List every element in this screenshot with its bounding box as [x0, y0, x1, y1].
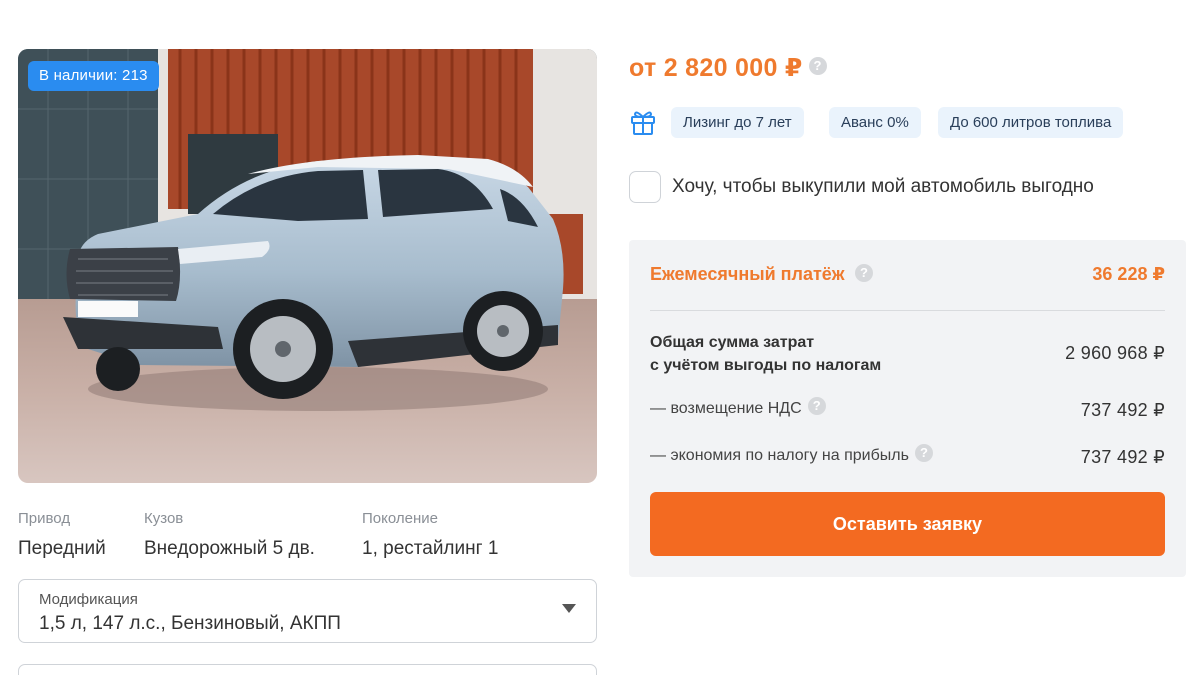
car-photo[interactable] — [18, 49, 597, 483]
monthly-help-icon[interactable]: ? — [855, 263, 874, 282]
help-icon[interactable]: ? — [808, 57, 827, 76]
spec-drive-value: Передний — [18, 538, 106, 559]
chevron-down-icon — [562, 604, 576, 613]
price-value: от 2 820 000 ₽ — [629, 54, 803, 82]
total-row: Общая сумма затрат с учётом выгоды по на… — [650, 331, 1165, 377]
divider — [650, 310, 1165, 311]
chip-fuel[interactable]: До 600 литров топлива — [938, 107, 1124, 138]
vat-help-icon[interactable]: ? — [807, 397, 826, 415]
spec-generation-value: 1, рестайлинг 1 — [362, 538, 499, 559]
modification-value: 1,5 л, 147 л.с., Бензиновый, АКПП — [39, 613, 341, 634]
profit-tax-value: 737 492 ₽ — [1080, 447, 1165, 467]
chip-advance[interactable]: Аванс 0% — [829, 107, 921, 138]
spec-drive: Привод Передний — [18, 509, 106, 561]
buyback-checkbox[interactable] — [629, 171, 661, 203]
submit-request-button[interactable]: Оставить заявку — [650, 492, 1165, 556]
chip-leasing[interactable]: Лизинг до 7 лет — [671, 107, 804, 138]
spec-body: Кузов Внедорожный 5 дв. — [144, 509, 315, 561]
next-select[interactable] — [18, 664, 597, 675]
total-value: 2 960 968 ₽ — [1065, 343, 1165, 363]
spec-body-label: Кузов — [144, 510, 184, 527]
spec-body-value: Внедорожный 5 дв. — [144, 538, 315, 559]
vat-label: — возмещение НДС? — [650, 397, 826, 418]
buyback-label: Хочу, чтобы выкупили мой автомобиль выго… — [672, 176, 1094, 197]
spec-generation: Поколение 1, рестайлинг 1 — [362, 509, 498, 561]
payment-panel: Ежемесячный платёж ? 36 228 ₽ Общая сумм… — [629, 240, 1186, 577]
monthly-value: 36 228 ₽ — [1092, 264, 1165, 284]
profit-tax-label: — экономия по налогу на прибыль? — [650, 444, 933, 465]
modification-label: Модификация — [39, 591, 138, 608]
price: от 2 820 000 ₽? — [629, 53, 827, 83]
gift-icon — [631, 111, 655, 135]
car-image — [18, 49, 597, 483]
vat-row: — возмещение НДС? 737 492 ₽ — [650, 397, 1165, 420]
profit-tax-row: — экономия по налогу на прибыль? 737 492… — [650, 444, 1165, 467]
vat-value: 737 492 ₽ — [1080, 400, 1165, 420]
buyback-option[interactable]: Хочу, чтобы выкупили мой автомобиль выго… — [629, 171, 1094, 203]
spec-drive-label: Привод — [18, 510, 71, 527]
profit-tax-label-text: — экономия по налогу на прибыль — [650, 447, 909, 465]
monthly-label: Ежемесячный платёж — [650, 264, 845, 284]
vat-label-text: — возмещение НДС — [650, 400, 802, 418]
modification-select[interactable]: Модификация 1,5 л, 147 л.с., Бензиновый,… — [18, 579, 597, 643]
stock-badge: В наличии: 213 — [28, 61, 159, 91]
spec-generation-label: Поколение — [362, 510, 438, 527]
profit-tax-help-icon[interactable]: ? — [914, 444, 933, 462]
monthly-row: Ежемесячный платёж ? 36 228 ₽ — [650, 263, 1165, 285]
